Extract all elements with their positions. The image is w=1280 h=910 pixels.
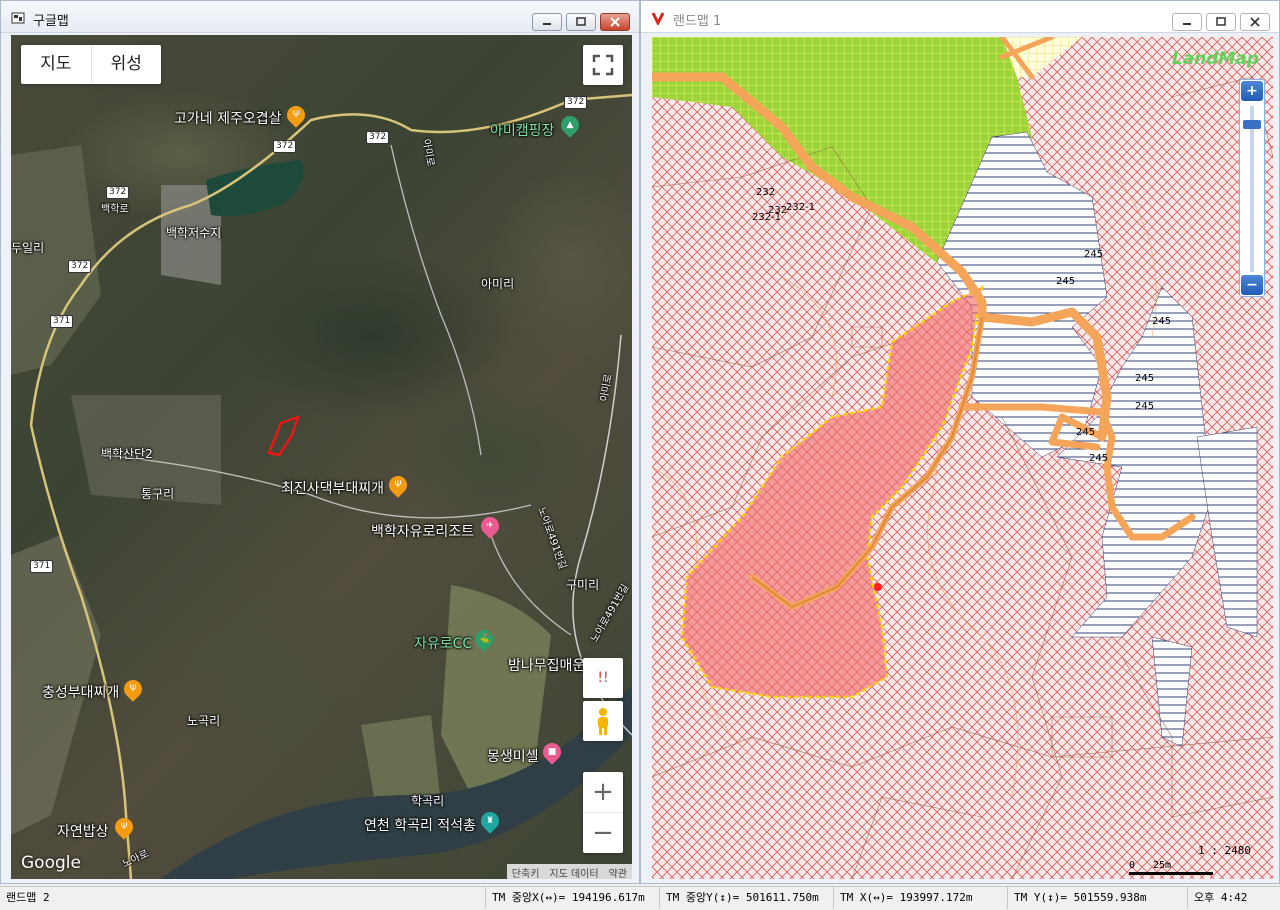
parcel-number: 245 [1076,427,1096,438]
map-type-satellite-button[interactable]: 위성 [90,45,162,84]
place-label: 두일리 [11,241,45,255]
minimize-icon [1183,23,1191,25]
landmap-window: 랜드맵 1 LandMap 232 232 232-1 232-1 245 24… [640,0,1280,884]
map-type-control[interactable]: 지도 위성 [21,45,161,84]
minimize-button[interactable] [532,13,562,31]
scale-zero: 0 [1129,860,1136,871]
status-center-x: TM 중앙X(↔)= 194196.617m [486,887,660,909]
terms-link[interactable]: 약관 [604,864,632,879]
poi-label[interactable]: 연천 학곡리 적석총 [364,815,476,835]
status-cursor-x: TM X(↔)= 193997.172m [834,887,1008,909]
land-use-zoning-layer [652,37,1273,879]
poi-label[interactable]: 아미캠핑장 [490,120,554,140]
close-icon [1250,17,1260,27]
zoom-in-button[interactable]: + [1241,81,1263,101]
route-shield: 372 [366,131,390,144]
zoom-in-button[interactable]: + [583,772,623,812]
maximize-button[interactable] [566,13,596,31]
scale-distance: 25m [1153,860,1172,871]
status-clock: 오후 4:42 [1194,891,1248,904]
place-label: 노곡리 [187,714,221,728]
fullscreen-icon [592,54,614,76]
parcel-number: 245 [1089,453,1109,464]
zoom-out-button[interactable]: − [583,812,623,852]
zoom-control[interactable]: + − [583,772,623,853]
status-bar: 랜드맵 2 TM 중앙X(↔)= 194196.617m TM 중앙Y(↕)= … [0,886,1280,910]
street-view-pegman[interactable] [583,701,623,741]
close-icon [610,17,620,27]
minimize-button[interactable] [1172,13,1202,31]
google-logo: Google [21,853,81,873]
land-use-map[interactable]: LandMap 232 232 232-1 232-1 245 245 245 … [652,37,1273,879]
route-shield: 371 [50,315,74,328]
route-shield: 372 [273,140,297,153]
map-data-link[interactable]: 지도 데이터 [544,864,603,879]
fullscreen-button[interactable] [583,45,623,85]
parcel-number: 245 [1135,373,1155,384]
window-title: 구글맵 [33,14,69,29]
status-center-y: TM 중앙Y(↕)= 501611.750m [660,887,834,909]
place-label: 구미리 [566,578,600,592]
parcel-number: 245 [1152,316,1172,327]
zoom-track[interactable] [1250,106,1254,272]
landmap-logo: LandMap [1171,49,1259,69]
poi-label[interactable]: 자연밥상 [57,821,109,841]
alert-icon: !! [597,670,609,686]
maximize-icon [1216,17,1226,26]
map-zoom-slider[interactable]: + − [1239,79,1265,297]
parcel-number: 232-1 [786,202,816,213]
minimize-icon [543,23,551,25]
place-label: 백학산단2 [101,447,153,461]
pegman-icon [598,708,608,735]
app-icon [11,12,25,24]
poi-label[interactable]: 백학자유로리조트 [371,521,474,541]
poi-label[interactable]: 몽생미셸 [487,746,539,766]
poi-label[interactable]: 고가네 제주오겹살 [174,108,282,128]
status-window-name: 랜드맵 2 [0,887,486,909]
route-shield: 372 [106,186,130,199]
scale-ratio: 1 : 2480 [1198,844,1251,857]
parcel-number: 245 [1084,249,1104,260]
route-shield: 371 [30,560,54,573]
parcel-number: 245 [1056,276,1076,287]
title-bar[interactable]: 구글맵 [1,1,639,33]
close-button[interactable] [600,13,630,31]
title-bar[interactable]: 랜드맵 1 [641,1,1279,33]
scale-bar: 0 25m [1129,860,1213,875]
poi-label[interactable]: 자유로CC [414,633,472,653]
google-map-window: 구글맵 지도 위성 372 372 372 372 372 371 371 고가… [0,0,640,884]
road-label: 백학로 [101,204,129,215]
alert-button[interactable]: !! [583,658,623,698]
parcel-number: 232-1 [752,212,782,223]
poi-label[interactable]: 최진사댁부대찌개 [281,478,384,498]
satellite-map[interactable]: 지도 위성 372 372 372 372 372 371 371 고가네 제주… [11,35,632,879]
status-cursor-y: TM Y(↕)= 501559.938m [1008,887,1188,909]
zoom-thumb[interactable] [1243,120,1261,129]
place-label: 아미리 [481,277,515,291]
close-button[interactable] [1240,13,1270,31]
route-shield: 372 [564,96,588,109]
parcel-number: 232 [756,187,776,198]
poi-label[interactable]: 밤나무집매운 [508,655,585,675]
shortcuts-link[interactable]: 단축키 [507,864,545,879]
place-label: 학곡리 [411,794,445,808]
maximize-icon [576,17,586,26]
place-label: 통구리 [141,487,175,501]
poi-label[interactable]: 충성부대찌개 [42,682,119,702]
landmap-app-icon [651,12,665,25]
window-title: 랜드맵 1 [673,14,722,29]
parcel-number: 245 [1135,401,1155,412]
place-label: 백학저수지 [166,226,222,240]
map-type-map-button[interactable]: 지도 [21,45,91,84]
zoom-out-button[interactable]: − [1241,275,1263,295]
map-footer: 단축키 지도 데이터 약관 [506,864,632,879]
maximize-button[interactable] [1206,13,1236,31]
route-shield: 372 [68,260,92,273]
